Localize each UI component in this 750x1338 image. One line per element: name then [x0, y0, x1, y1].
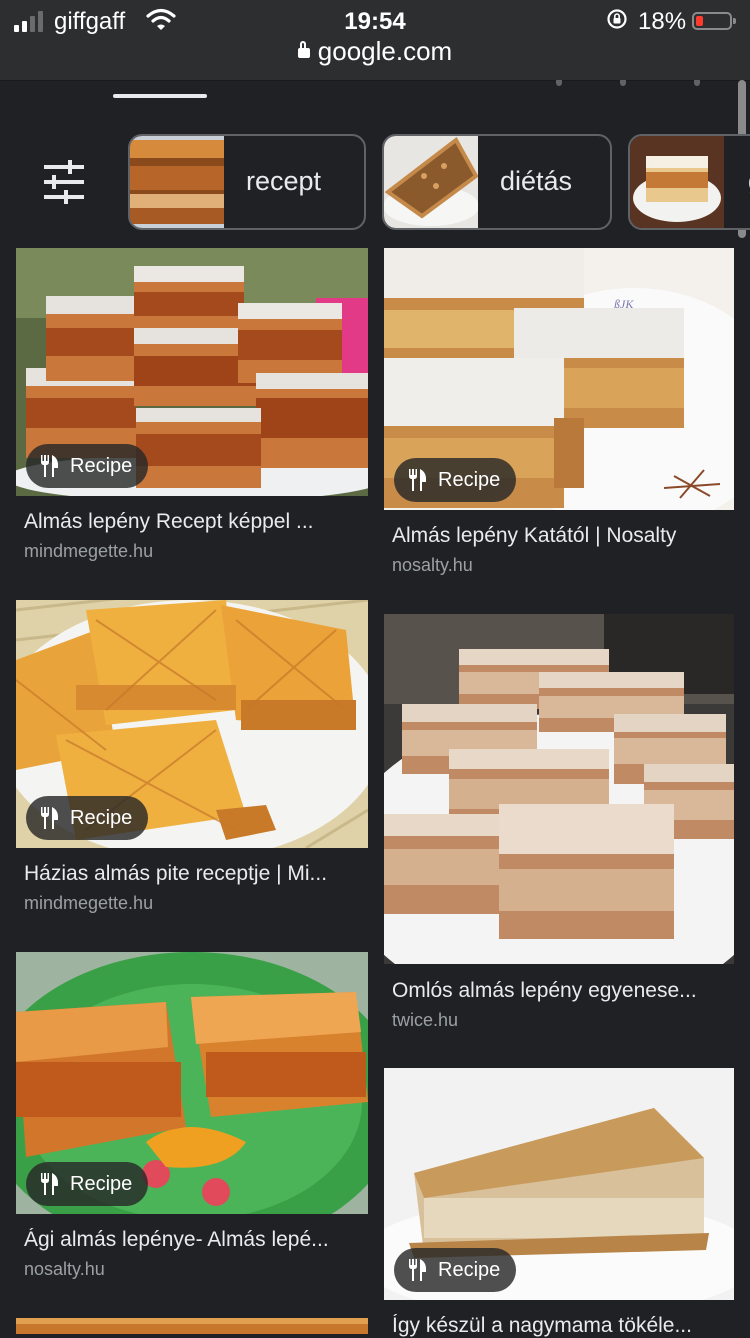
svg-text:ßJK: ßJK — [613, 297, 634, 311]
address-bar[interactable]: google.com — [0, 36, 750, 72]
result-image[interactable]: Recipe — [384, 1068, 734, 1300]
result-title[interactable]: Ági almás lepénye- Almás lepé... — [24, 1228, 360, 1252]
result-image-partial[interactable] — [16, 1318, 368, 1334]
badge-label: Recipe — [438, 468, 501, 491]
result-title[interactable]: Almás lepény Recept képpel ... — [24, 510, 360, 534]
recipe-badge: Recipe — [26, 796, 149, 840]
recipe-badge: Recipe — [394, 1248, 517, 1292]
result-source: nosalty.hu — [24, 1259, 105, 1279]
chip-thumbnail — [130, 136, 224, 228]
result-image[interactable] — [384, 614, 734, 964]
recipe-badge: Recipe — [394, 458, 517, 502]
apple-slice-photo — [384, 614, 734, 964]
fork-knife-icon — [41, 807, 58, 829]
result-source: nosalty.hu — [392, 555, 473, 575]
badge-label: Recipe — [70, 806, 133, 829]
result-source: mindmegette.hu — [24, 541, 154, 561]
chip-dietas[interactable]: diétás — [382, 134, 612, 230]
result-image[interactable]: ßJK Recipe — [384, 248, 734, 510]
url-text: google.com — [317, 36, 453, 66]
result-source: mindmegette.hu — [24, 893, 154, 913]
badge-label: Recipe — [438, 1258, 501, 1281]
fork-knife-icon — [41, 1173, 58, 1195]
chip-thumbnail — [384, 136, 478, 228]
padlock-icon — [297, 41, 310, 58]
fork-knife-icon — [41, 455, 58, 477]
sliders-icon[interactable] — [40, 160, 88, 204]
result-image[interactable]: Recipe — [16, 248, 368, 496]
chip-recept[interactable]: recept — [128, 134, 366, 230]
badge-label: Recipe — [70, 1172, 133, 1195]
active-tab-indicator — [113, 94, 207, 98]
fork-knife-icon — [409, 469, 426, 491]
fork-knife-icon — [409, 1259, 426, 1281]
result-image[interactable]: Recipe — [16, 952, 368, 1214]
result-title[interactable]: Házias almás pite receptje | Mi... — [24, 862, 360, 886]
rotation-lock-icon — [607, 9, 627, 29]
chip-thumbnail — [630, 136, 724, 228]
result-image[interactable]: Recipe — [16, 600, 368, 848]
badge-label: Recipe — [70, 454, 133, 477]
tab-remnant — [556, 80, 562, 86]
result-title[interactable]: Almás lepény Katától | Nosalty — [392, 524, 728, 548]
result-title[interactable]: Így készül a nagymama tökéle... — [392, 1314, 728, 1338]
battery-percent: 18% — [638, 8, 687, 35]
chip-label: recept — [246, 166, 322, 196]
chip-label: diétás — [500, 166, 573, 196]
result-title[interactable]: Omlós almás lepény egyenese... — [392, 979, 728, 1003]
result-source: twice.hu — [392, 1010, 459, 1030]
battery-icon — [692, 12, 736, 30]
chip-third[interactable]: g — [628, 134, 750, 230]
status-bar: giffgaff 19:54 18% — [0, 6, 750, 36]
browser-top-bar: giffgaff 19:54 18% google.com — [0, 0, 750, 81]
recipe-badge: Recipe — [26, 1162, 149, 1206]
recipe-badge: Recipe — [26, 444, 149, 488]
tab-remnant — [694, 80, 700, 86]
tab-remnant — [620, 80, 626, 86]
